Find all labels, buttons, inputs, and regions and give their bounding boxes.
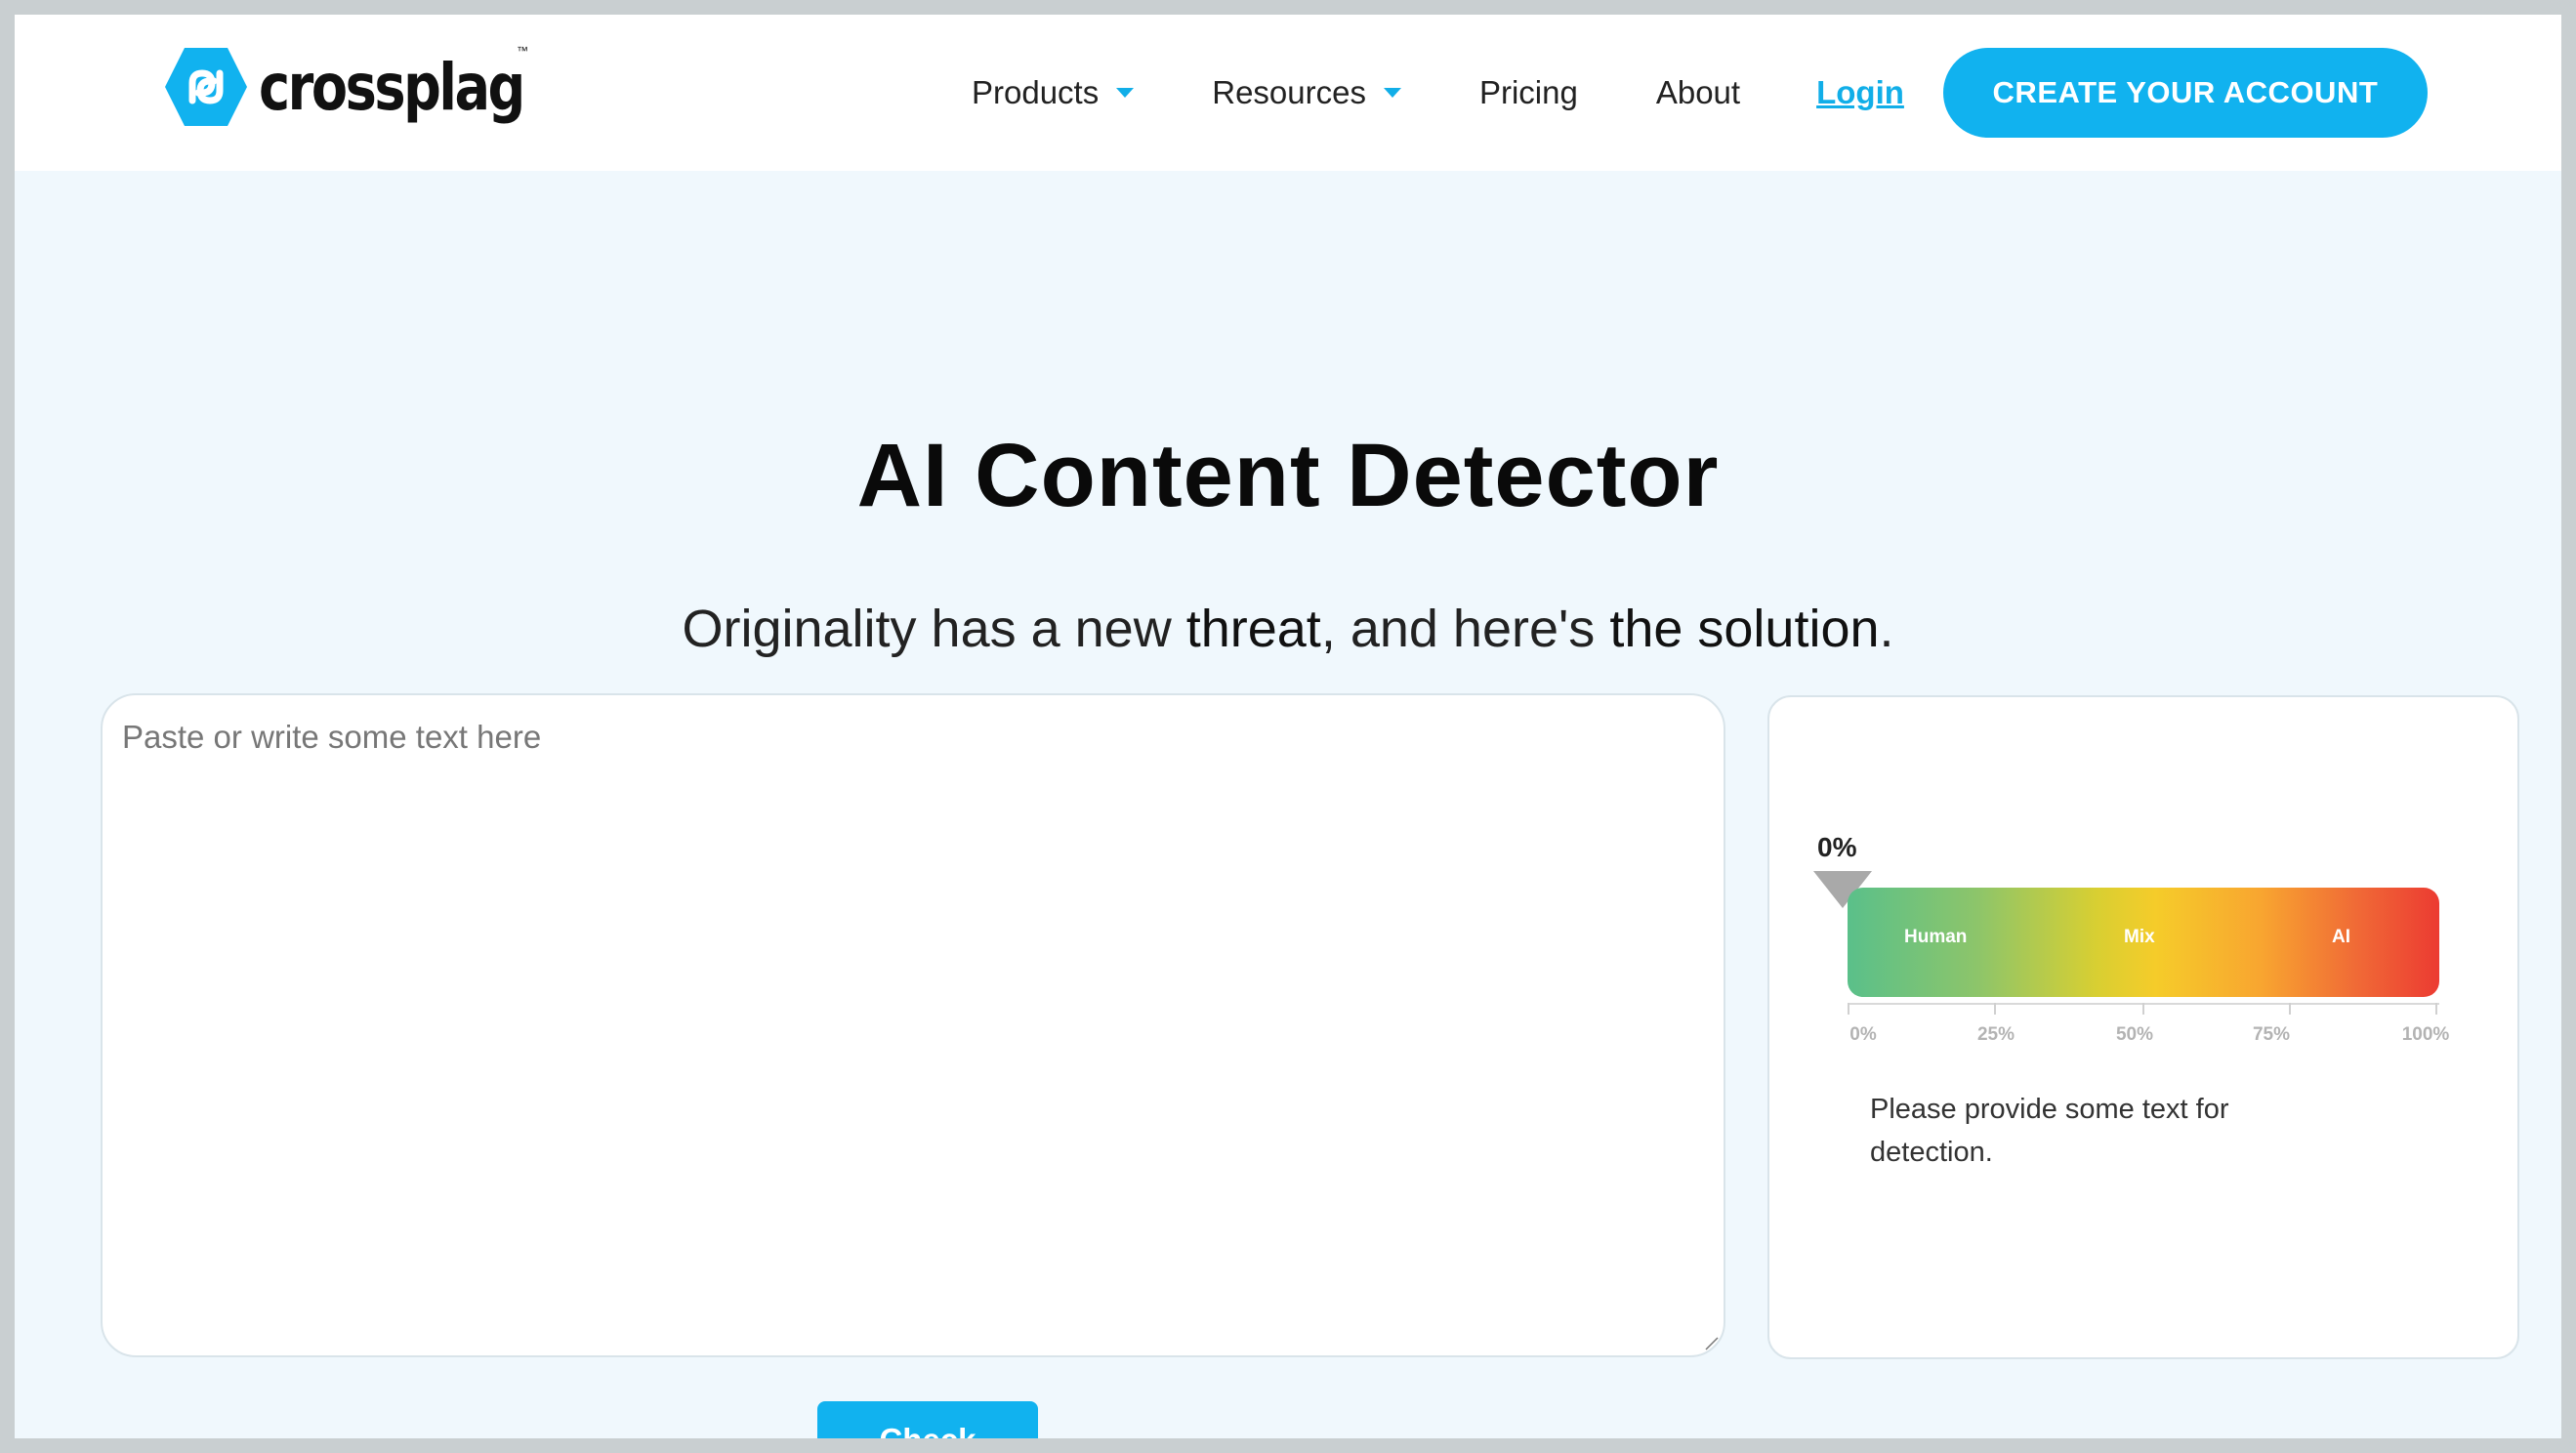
caret-down-icon	[1116, 88, 1135, 98]
subtitle-text: Originality has a new	[682, 600, 1186, 658]
scale-label-75: 75%	[2252, 1024, 2291, 1045]
gauge-scale	[1848, 1003, 2439, 1015]
nav-item-label: Pricing	[1478, 74, 1578, 110]
detection-result-panel: 0% Human Mix AI 0% 25% 50% 75% 100% Plea…	[1767, 695, 2519, 1359]
nav-item-products[interactable]: Products	[972, 74, 1135, 111]
subtitle-emphasis-solution: the solution	[1609, 600, 1880, 658]
scale-label-50: 50%	[2115, 1024, 2154, 1045]
ai-score-label: 0%	[1817, 832, 1857, 862]
create-account-button[interactable]: CREATE YOUR ACCOUNT	[1942, 48, 2428, 138]
login-link[interactable]: Login	[1816, 74, 1904, 111]
nav-item-pricing[interactable]: Pricing	[1479, 74, 1578, 111]
subtitle-text: .	[1879, 600, 1894, 658]
text-input[interactable]	[103, 695, 1724, 1355]
detection-gauge-bar: Human Mix AI	[1848, 888, 2439, 997]
gauge-label-ai: AI	[2332, 927, 2350, 947]
main-nav: Products Resources Pricing About Login C…	[972, 15, 2428, 171]
nav-item-label: About	[1655, 74, 1741, 110]
page-frame: crossplag ™ Products Resources Pricing A…	[15, 15, 2561, 1438]
nav-item-about[interactable]: About	[1656, 74, 1740, 111]
check-button[interactable]: Check	[817, 1401, 1038, 1438]
scale-tick	[2289, 1003, 2291, 1015]
nav-item-label: Products	[972, 74, 1100, 110]
gauge-label-mix: Mix	[2124, 927, 2155, 947]
scale-tick	[1994, 1003, 1996, 1015]
result-message: Please provide some text for detection.	[1870, 1094, 2229, 1168]
scale-label-100: 100%	[2401, 1024, 2450, 1045]
scale-tick	[2142, 1003, 2144, 1015]
nav-item-label: Resources	[1212, 74, 1366, 110]
page-title: AI Content Detector	[856, 426, 1720, 525]
page-subtitle: Originality has a new threat, and here's…	[15, 599, 2561, 659]
brand-name: crossplag	[259, 49, 525, 125]
site-header: crossplag ™ Products Resources Pricing A…	[15, 15, 2561, 171]
scale-tick	[2435, 1003, 2437, 1015]
gauge-label-human: Human	[1904, 927, 1968, 947]
trademark-symbol: ™	[517, 44, 528, 58]
subtitle-emphasis-threat: threat	[1185, 600, 1321, 658]
scale-label-0: 0%	[1849, 1024, 1877, 1045]
brand-logo[interactable]: crossplag ™	[163, 38, 581, 136]
scale-tick	[1848, 1003, 1849, 1015]
caret-down-icon	[1383, 88, 1401, 98]
text-input-panel	[101, 693, 1725, 1357]
nav-item-resources[interactable]: Resources	[1212, 74, 1401, 111]
subtitle-text: , and here's	[1320, 600, 1610, 658]
crossplag-logo-icon	[165, 48, 247, 126]
resize-handle-icon[interactable]	[1702, 1334, 1720, 1351]
scale-label-25: 25%	[1976, 1024, 2015, 1045]
